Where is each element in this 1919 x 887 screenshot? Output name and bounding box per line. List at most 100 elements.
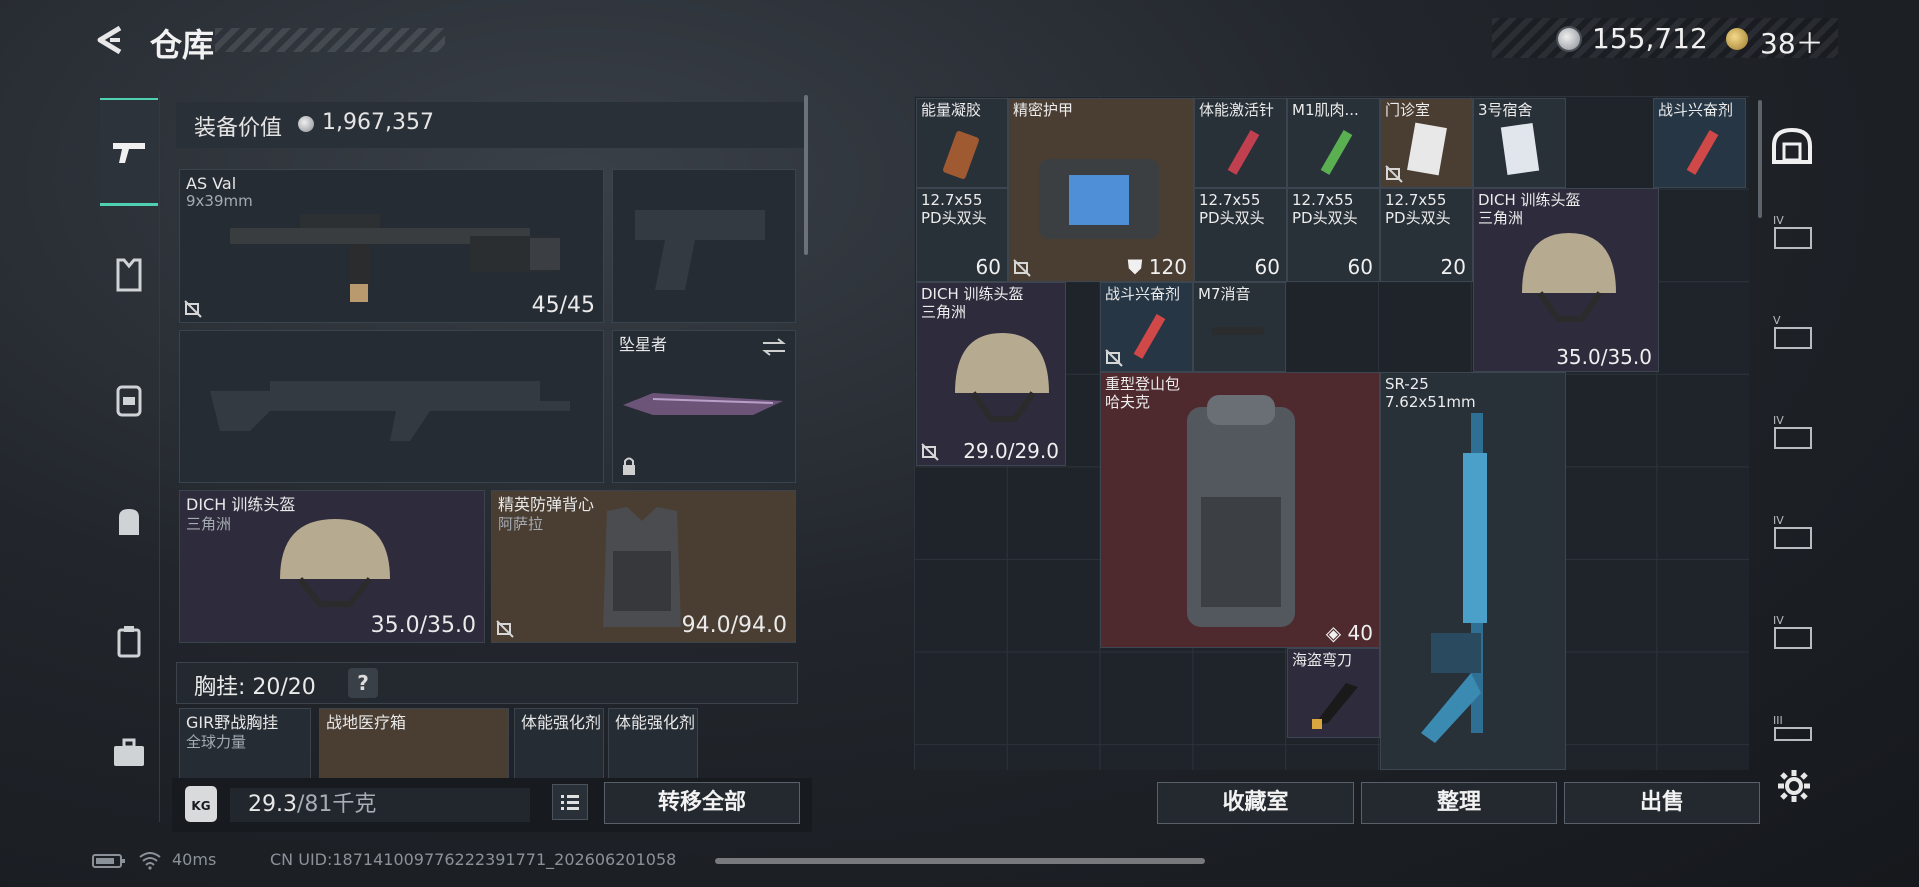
tab-toolbox[interactable] (100, 698, 158, 808)
item-sub: 三角洲 (921, 303, 967, 321)
rig-item[interactable]: GIR野战胸挂 全球力量 (179, 708, 311, 780)
item-name: 体能激活针 (1199, 101, 1275, 119)
grid-scrollbar[interactable] (1758, 100, 1762, 218)
rig-item[interactable]: 战地医疗箱 (319, 708, 509, 780)
backpack-image (1187, 395, 1295, 627)
item-count: 60 (975, 255, 1001, 279)
gear-icon[interactable] (1776, 768, 1812, 804)
rig-item[interactable]: 体能强化剂 (514, 708, 604, 780)
grid-item[interactable]: 海盗弯刀 (1287, 648, 1380, 738)
weight-current: 29.3 (248, 792, 297, 817)
pistol-icon (113, 142, 145, 163)
tab-weapons[interactable] (100, 98, 158, 206)
grid-item[interactable]: 12.7x55 PD头双头 60 (1194, 188, 1287, 282)
grid-item[interactable]: DICH 训练头盔 三角洲 29.0/29.0 (916, 282, 1066, 466)
rig-item[interactable]: 体能强化剂 (608, 708, 698, 780)
rig-item-name: 战地医疗箱 (326, 713, 407, 732)
tab-armor[interactable] (100, 220, 158, 330)
sell-button[interactable]: 出售 (1564, 782, 1760, 824)
grid-item[interactable]: SR-25 7.62x51mm (1380, 372, 1566, 770)
case-tier4-icon: IV (1773, 214, 1812, 249)
item-durability: 120 (1148, 255, 1187, 279)
left-scrollbar[interactable] (804, 95, 808, 255)
grid-item[interactable]: 战斗兴奋剂 (1100, 282, 1193, 372)
category-tabs (92, 92, 160, 822)
collection-room-button[interactable]: 收藏室 (1157, 782, 1354, 824)
no-sell-icon (1105, 349, 1123, 367)
helmet-image (955, 333, 1049, 422)
help-icon[interactable]: ? (348, 668, 378, 698)
item-name: M7消音 (1198, 285, 1251, 303)
transfer-all-button[interactable]: 转移全部 (604, 782, 800, 824)
tab-backpack[interactable] (100, 344, 158, 454)
grid-item[interactable]: 12.7x55 PD头双头 60 (1287, 188, 1380, 282)
toolbox-icon (114, 738, 144, 766)
ping: 40ms (172, 850, 217, 869)
swap-icon[interactable] (761, 337, 787, 357)
item-sub: 哈夫克 (1105, 393, 1151, 411)
melee-name: 坠星者 (619, 335, 668, 354)
primary-weapon-slot[interactable]: AS Val 9x39mm 45/45 (179, 169, 604, 323)
no-sell-icon (1013, 259, 1031, 277)
grid-item[interactable]: 体能激活针 (1194, 98, 1287, 188)
sort-button[interactable]: 整理 (1361, 782, 1557, 824)
pistol-silhouette-icon (635, 210, 765, 290)
grid-item[interactable]: M7消音 (1193, 282, 1286, 372)
keycard-image (1500, 123, 1540, 175)
grid-item[interactable]: 12.7x55 PD头双头 20 (1380, 188, 1473, 282)
armor-name: 精英防弹背心 (498, 495, 595, 514)
item-name: 3号宿舍 (1478, 101, 1533, 119)
grid-item[interactable]: M1肌肉... (1287, 98, 1380, 188)
container-tab-v[interactable]: V (1768, 312, 1818, 370)
weapon-durability: 45/45 (531, 293, 595, 318)
armor-durability: 94.0/94.0 (681, 613, 787, 638)
back-arrow-icon[interactable] (92, 22, 128, 58)
container-tab-iii[interactable]: III (1768, 712, 1818, 770)
silver-coin-icon (298, 116, 314, 132)
container-tab-iv[interactable]: IV (1768, 412, 1818, 470)
svg-text:III: III (1773, 714, 1783, 727)
lock-icon (623, 457, 635, 475)
grid-item[interactable]: 精密护甲 ⛊ 120 (1008, 98, 1194, 282)
machete-image (1312, 683, 1358, 729)
grid-item[interactable]: DICH 训练头盔 三角洲 35.0/35.0 (1473, 188, 1659, 372)
secondary-weapon-slot[interactable] (179, 330, 604, 483)
title-decoration (215, 28, 445, 52)
armor-slot[interactable]: 精英防弹背心 阿萨拉 94.0/94.0 (491, 490, 796, 643)
grid-item[interactable]: 3号宿舍 (1473, 98, 1566, 188)
container-tab-iv[interactable]: IV (1768, 512, 1818, 570)
item-sub: PD头双头 (1385, 209, 1451, 227)
helmet-image (1522, 233, 1616, 322)
tab-bag[interactable] (100, 466, 158, 576)
tab-container[interactable] (100, 586, 158, 696)
list-view-button[interactable] (552, 784, 588, 820)
weight-capacity: /81千克 (296, 792, 377, 817)
syringe-image (1320, 129, 1353, 175)
sidearm-slot[interactable] (612, 169, 796, 323)
gold-currency-value[interactable]: 38＋ (1760, 22, 1824, 62)
grid-item[interactable]: 12.7x55 PD头双头 60 (916, 188, 1008, 282)
svg-text:V: V (1773, 314, 1781, 327)
case-tier3-icon: III (1773, 714, 1812, 741)
syringe-image (1227, 129, 1260, 175)
carry-weight: 29.3/81千克 (230, 788, 530, 822)
page-title: 仓库 (150, 26, 215, 64)
case-tier4-icon: IV (1773, 514, 1812, 549)
helmet-slot[interactable]: DICH 训练头盔 三角洲 35.0/35.0 (179, 490, 485, 643)
vest-icon (116, 258, 142, 292)
grid-item[interactable]: 能量凝胶 (916, 98, 1008, 188)
list-icon (561, 795, 579, 810)
grid-item[interactable]: 门诊室 (1380, 98, 1473, 188)
safe-house-icon[interactable] (1770, 126, 1814, 166)
item-durability: 35.0/35.0 (1556, 345, 1652, 369)
container-tab-iv[interactable]: IV (1768, 612, 1818, 670)
grid-item[interactable]: 战斗兴奋剂 (1653, 98, 1746, 188)
rig-item-name: GIR野战胸挂 (186, 713, 279, 732)
container-tab-iv[interactable]: IV (1768, 212, 1818, 270)
suppressor-image (1212, 327, 1264, 335)
grid-item[interactable]: 重型登山包 哈夫克 ◈ 40 (1100, 372, 1380, 648)
item-name: 12.7x55 (1199, 191, 1261, 209)
item-sub: PD头双头 (1199, 209, 1265, 227)
no-sell-icon (184, 300, 202, 318)
melee-slot[interactable]: 坠星者 (612, 330, 796, 483)
